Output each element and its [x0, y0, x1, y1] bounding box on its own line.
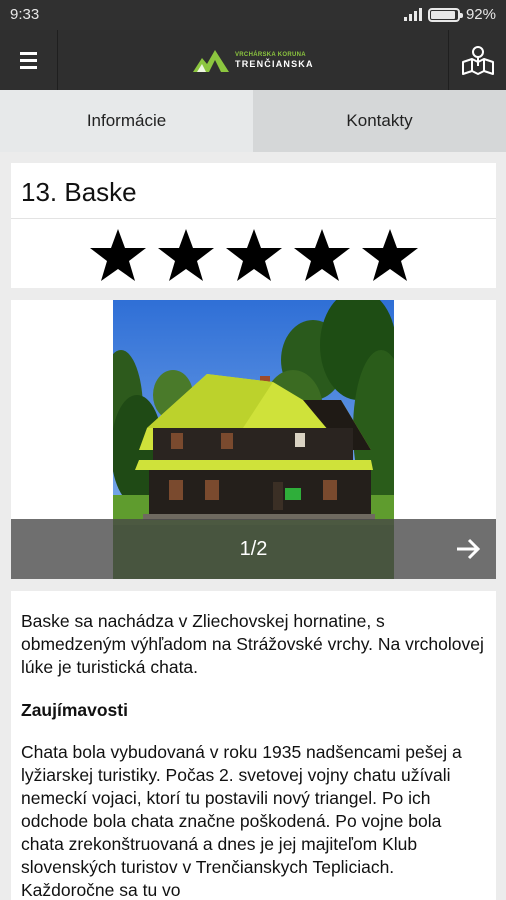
photo-gallery: 1/2 [11, 300, 496, 579]
tab-informacie[interactable]: Informácie [0, 90, 253, 152]
battery-icon [427, 7, 463, 22]
logo-tagline: VRCHÁRSKA KORUNA [235, 51, 306, 58]
arrow-right-icon[interactable] [454, 535, 482, 563]
tab-bar: Informácie Kontakty [0, 90, 506, 152]
star-icon [89, 229, 146, 281]
description-intro: Baske sa nachádza v Zliechovskej hornati… [21, 611, 484, 677]
description-card: Baske sa nachádza v Zliechovskej hornati… [11, 591, 496, 900]
app-logo: VRCHÁRSKA KORUNA TRENČIANSKA [193, 44, 314, 76]
gallery-counter: 1/2 [239, 538, 268, 560]
place-header-card: 13. Baske [11, 163, 496, 288]
star-icon [293, 229, 350, 281]
place-title: 13. Baske [11, 163, 496, 219]
tab-kontakty[interactable]: Kontakty [253, 90, 506, 152]
logo-name: TRENČIANSKA [235, 58, 314, 69]
signal-icon [403, 8, 422, 21]
status-icons: 92% [403, 6, 496, 23]
app-bar: VRCHÁRSKA KORUNA TRENČIANSKA [0, 30, 506, 90]
status-time: 9:33 [10, 6, 40, 23]
star-icon [361, 229, 418, 281]
section-text: Chata bola vybudovaná v roku 1935 nadšen… [21, 742, 462, 900]
map-pin-icon[interactable] [448, 30, 506, 90]
gallery-nav-bar: 1/2 [11, 519, 496, 579]
star-icon [225, 229, 282, 281]
hamburger-menu-icon[interactable] [0, 30, 58, 90]
status-bar: 9:33 92% [0, 0, 506, 30]
section-heading: Zaujímavosti [21, 700, 128, 720]
star-icon [157, 229, 214, 281]
mountain-logo-icon [193, 50, 229, 72]
battery-percent: 92% [465, 6, 496, 23]
rating-stars [11, 219, 496, 283]
